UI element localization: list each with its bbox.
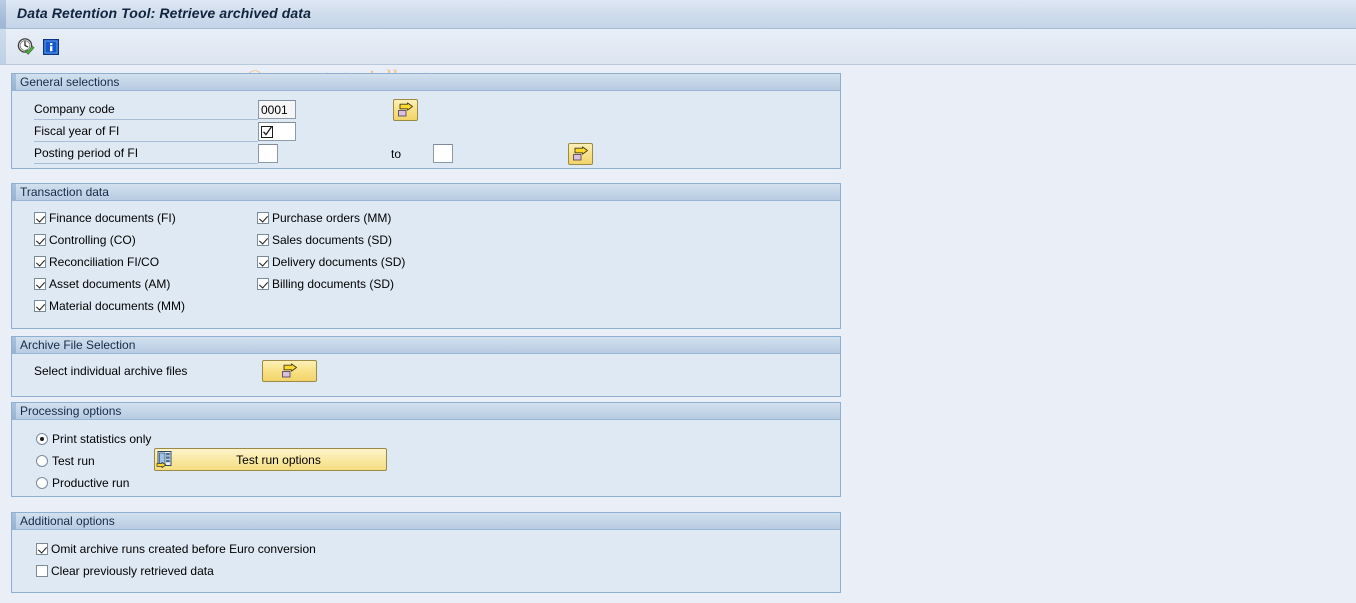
panel-title-processing: Processing options	[20, 404, 122, 418]
panel-body-additional: Omit archive runs created before Euro co…	[12, 530, 840, 592]
checkbox-box[interactable]	[34, 255, 46, 268]
panel-title-transaction: Transaction data	[20, 185, 109, 199]
checkbox-finance-documents[interactable]: Finance documents (FI)	[34, 208, 176, 227]
checkbox-delivery-documents[interactable]: Delivery documents (SD)	[257, 252, 405, 271]
checkbox-label: Reconciliation FI/CO	[49, 254, 160, 269]
panel-general-selections: General selections Company code Fiscal y…	[11, 73, 841, 169]
checkbox-box[interactable]	[257, 211, 269, 224]
checkbox-marker-icon	[261, 126, 273, 138]
execute-clock-icon[interactable]	[15, 36, 37, 58]
radio-label: Test run	[52, 453, 95, 468]
checkbox-reconciliation[interactable]: Reconciliation FI/CO	[34, 252, 159, 271]
panel-header-accent	[12, 403, 16, 419]
checkbox-box[interactable]	[34, 277, 46, 290]
panel-header-general: General selections	[12, 74, 840, 91]
panel-title-additional: Additional options	[20, 514, 115, 528]
checkbox-label: Asset documents (AM)	[49, 276, 171, 291]
checkbox-box[interactable]	[257, 255, 269, 268]
panel-header-additional: Additional options	[12, 513, 840, 530]
select-archive-files-button[interactable]	[262, 360, 317, 382]
panel-transaction-data: Transaction data Finance documents (FI) …	[11, 183, 841, 329]
field-underline	[34, 119, 258, 120]
radio-label: Productive run	[52, 475, 130, 490]
panel-header-processing: Processing options	[12, 403, 840, 420]
radio-print-statistics-only[interactable]: Print statistics only	[36, 429, 151, 448]
checkbox-box[interactable]	[36, 542, 48, 555]
radio-circle[interactable]	[36, 454, 48, 467]
panel-title-general: General selections	[20, 75, 120, 89]
label-company-code: Company code	[34, 102, 115, 116]
checkbox-label: Billing documents (SD)	[272, 276, 395, 291]
list-settings-icon	[156, 450, 175, 469]
label-posting-period: Posting period of FI	[34, 146, 139, 160]
checkbox-purchase-orders[interactable]: Purchase orders (MM)	[257, 208, 391, 227]
checkbox-material-documents[interactable]: Material documents (MM)	[34, 296, 185, 315]
panel-processing-options: Processing options Print statistics only…	[11, 402, 841, 497]
field-row-posting-period: Posting period of FI to	[12, 143, 842, 165]
title-bar-accent	[0, 0, 6, 28]
panel-body-general: Company code Fiscal year of FI	[12, 91, 840, 168]
label-select-individual-archive-files: Select individual archive files	[34, 364, 188, 378]
radio-circle[interactable]	[36, 432, 48, 445]
label-fiscal-year: Fiscal year of FI	[34, 124, 120, 138]
checkbox-sales-documents[interactable]: Sales documents (SD)	[257, 230, 392, 249]
field-underline	[34, 141, 258, 142]
multiple-selection-arrow-icon-company-code[interactable]	[393, 99, 418, 121]
multiple-selection-arrow-icon-posting-period[interactable]	[568, 143, 593, 165]
label-to: to	[391, 147, 402, 161]
panel-header-accent	[12, 74, 16, 90]
checkbox-label: Controlling (CO)	[49, 232, 136, 247]
panel-header-archive: Archive File Selection	[12, 337, 840, 354]
panel-body-archive: Select individual archive files	[12, 354, 840, 396]
field-underline	[34, 163, 258, 164]
panel-additional-options: Additional options Omit archive runs cre…	[11, 512, 841, 593]
radio-test-run[interactable]: Test run	[36, 451, 95, 470]
panel-title-archive: Archive File Selection	[20, 338, 136, 352]
input-company-code[interactable]	[258, 100, 296, 119]
panel-body-transaction: Finance documents (FI) Controlling (CO) …	[12, 201, 840, 328]
radio-productive-run[interactable]: Productive run	[36, 473, 129, 492]
checkbox-label: Clear previously retrieved data	[51, 563, 214, 578]
panel-header-accent	[12, 184, 16, 200]
checkbox-omit-archive-runs[interactable]: Omit archive runs created before Euro co…	[36, 539, 316, 558]
radio-circle[interactable]	[36, 476, 48, 489]
checkbox-box[interactable]	[257, 277, 269, 290]
radio-label: Print statistics only	[52, 431, 152, 446]
checkbox-box[interactable]	[34, 211, 46, 224]
checkbox-label: Sales documents (SD)	[272, 232, 393, 247]
checkbox-box[interactable]	[257, 233, 269, 246]
checkbox-box[interactable]	[34, 233, 46, 246]
panel-header-transaction: Transaction data	[12, 184, 840, 201]
window-title-bar: Data Retention Tool: Retrieve archived d…	[0, 0, 1356, 29]
test-run-options-button[interactable]: Test run options	[154, 448, 387, 471]
checkbox-label: Delivery documents (SD)	[272, 254, 406, 269]
page-title: Data Retention Tool: Retrieve archived d…	[17, 5, 311, 21]
checkbox-box[interactable]	[36, 564, 48, 577]
field-row-company-code: Company code	[12, 99, 842, 121]
checkbox-billing-documents[interactable]: Billing documents (SD)	[257, 274, 394, 293]
panel-header-accent	[12, 337, 16, 353]
application-toolbar: © www.tutorialkart.com	[0, 29, 1356, 91]
checkbox-asset-documents[interactable]: Asset documents (AM)	[34, 274, 170, 293]
field-row-fiscal-year: Fiscal year of FI	[12, 121, 842, 142]
checkbox-label: Material documents (MM)	[49, 298, 186, 313]
checkbox-box[interactable]	[34, 299, 46, 312]
checkbox-label: Omit archive runs created before Euro co…	[51, 541, 316, 556]
test-run-options-label: Test run options	[236, 452, 321, 467]
panel-body-processing: Print statistics only Test run Productiv…	[12, 420, 840, 496]
checkbox-clear-previously-retrieved-data[interactable]: Clear previously retrieved data	[36, 561, 214, 580]
toolbar-accent	[0, 29, 6, 64]
checkbox-label: Finance documents (FI)	[49, 210, 176, 225]
panel-archive-file-selection: Archive File Selection Select individual…	[11, 336, 841, 397]
input-posting-period-to[interactable]	[433, 144, 453, 163]
checkbox-controlling[interactable]: Controlling (CO)	[34, 230, 136, 249]
panel-header-accent	[12, 513, 16, 529]
input-fiscal-year[interactable]	[258, 122, 296, 141]
info-icon[interactable]	[40, 36, 62, 58]
checkbox-label: Purchase orders (MM)	[272, 210, 392, 225]
input-posting-period-from[interactable]	[258, 144, 278, 163]
